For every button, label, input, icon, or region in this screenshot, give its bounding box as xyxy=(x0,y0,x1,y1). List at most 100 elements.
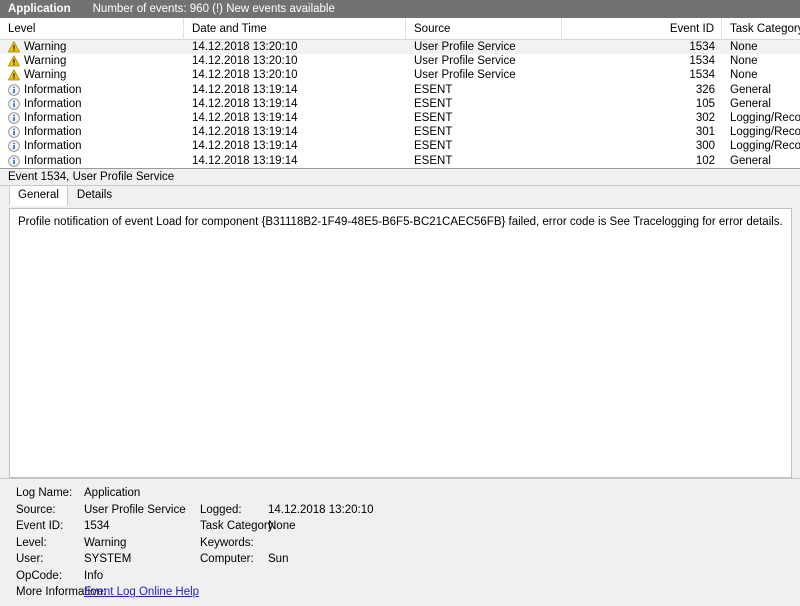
cell-date-and-time: 14.12.2018 13:19:14 xyxy=(192,111,298,124)
event-log-online-help-link[interactable]: Event Log Online Help xyxy=(84,586,199,598)
warning-icon xyxy=(8,69,20,81)
cell-task-category: General xyxy=(730,97,771,110)
label-more-information: More Information: xyxy=(16,586,107,599)
cell-event-id: 102 xyxy=(695,154,715,167)
value-user: SYSTEM xyxy=(84,553,132,566)
information-icon xyxy=(8,83,20,96)
label-logged: Logged: xyxy=(200,503,242,516)
table-row[interactable]: Warning 14.12.2018 13:20:10 User Profile S… xyxy=(0,40,800,55)
cell-level: Information xyxy=(0,154,184,168)
label-opcode: OpCode: xyxy=(16,569,63,582)
value-log-name: Application xyxy=(84,487,141,500)
warning-icon xyxy=(8,41,20,53)
cell-level-label: Warning xyxy=(24,69,67,82)
cell-event-id: 105 xyxy=(695,97,715,110)
cell-source: ESENT xyxy=(414,154,453,167)
cell-event-id: 1534 xyxy=(689,69,715,82)
table-row[interactable]: Information 14.12.2018 13:19:14 ESENT 102 Ge… xyxy=(0,154,800,168)
cell-task-category: General xyxy=(730,154,771,167)
cell-source: User Profile Service xyxy=(414,55,516,68)
event-metadata-panel: Log Name: Application Source: User Profi… xyxy=(0,478,800,606)
cell-task-category: None xyxy=(730,55,758,68)
table-row[interactable]: Information 14.12.2018 13:19:14 ESENT 105 Ge… xyxy=(0,97,800,111)
metadata-row-user-computer: User: SYSTEM Computer: Sun xyxy=(0,551,800,568)
event-detail-title: Event 1534, User Profile Service xyxy=(0,168,800,186)
cell-source: User Profile Service xyxy=(414,69,516,82)
cell-date-and-time: 14.12.2018 13:19:14 xyxy=(192,97,298,110)
cell-event-id: 300 xyxy=(695,140,715,153)
cell-source: User Profile Service xyxy=(414,41,516,53)
event-description-wrapper: Profile notification of event Load for c… xyxy=(0,205,800,478)
table-row[interactable]: Warning 14.12.2018 13:20:10 User Profile S… xyxy=(0,68,800,82)
detail-tab-bar: General Details xyxy=(0,184,800,206)
metadata-row-event-id-task-category: Event ID: 1534 Task Category: None xyxy=(0,518,800,535)
table-row[interactable]: Information 14.12.2018 13:19:14 ESENT 302 Lo… xyxy=(0,111,800,125)
label-level: Level: xyxy=(16,536,47,549)
table-row[interactable]: Information 14.12.2018 13:19:14 ESENT 326 Ge… xyxy=(0,83,800,97)
tab-details[interactable]: Details xyxy=(68,185,121,205)
value-event-id: 1534 xyxy=(84,520,110,533)
cell-level-label: Information xyxy=(24,111,82,124)
cell-level-label: Warning xyxy=(24,55,67,68)
cell-level-label: Information xyxy=(24,154,82,167)
label-keywords: Keywords: xyxy=(200,536,254,549)
cell-level-label: Information xyxy=(24,97,82,110)
information-icon xyxy=(8,154,20,167)
table-row[interactable]: Information 14.12.2018 13:19:14 ESENT 300 Lo… xyxy=(0,139,800,153)
cell-date-and-time: 14.12.2018 13:19:14 xyxy=(192,126,298,139)
cell-level-label: Information xyxy=(24,83,82,96)
cell-task-category: Logging/Recovery xyxy=(730,140,800,153)
cell-date-and-time: 14.12.2018 13:20:10 xyxy=(192,55,298,68)
metadata-row-more-information: More Information: Event Log Online Help xyxy=(0,584,800,601)
cell-level: Warning xyxy=(0,40,184,54)
cell-event-id: 301 xyxy=(695,126,715,139)
column-header-level[interactable]: Level xyxy=(0,17,184,40)
cell-level: Information xyxy=(0,139,184,153)
metadata-row-level-keywords: Level: Warning Keywords: xyxy=(0,535,800,552)
cell-level: Information xyxy=(0,111,184,125)
label-user: User: xyxy=(16,553,44,566)
cell-level-label: Information xyxy=(24,140,82,153)
event-count-status: Number of events: 960 (!) New events ava… xyxy=(92,3,335,15)
cell-date-and-time: 14.12.2018 13:19:14 xyxy=(192,140,298,153)
cell-level-label: Information xyxy=(24,126,82,139)
value-computer: Sun xyxy=(268,553,289,566)
information-icon xyxy=(8,126,20,139)
event-viewer-window: Application Number of events: 960 (!) Ne… xyxy=(0,0,800,606)
value-task-category: None xyxy=(268,520,296,533)
column-header-source[interactable]: Source xyxy=(406,17,562,40)
metadata-row-log-name: Log Name: Application xyxy=(0,485,800,502)
event-list-column-headers: Level Date and Time Source Event ID Task… xyxy=(0,17,800,40)
cell-level: Information xyxy=(0,83,184,97)
cell-task-category: None xyxy=(730,69,758,82)
event-list[interactable]: Level Date and Time Source Event ID Task… xyxy=(0,17,800,169)
cell-task-category: None xyxy=(730,41,758,53)
label-task-category: Task Category: xyxy=(200,520,277,533)
cell-event-id: 302 xyxy=(695,111,715,124)
information-icon xyxy=(8,112,20,124)
information-icon xyxy=(8,140,20,153)
cell-event-id: 326 xyxy=(695,83,715,96)
warning-icon xyxy=(8,55,20,67)
table-row[interactable]: Information 14.12.2018 13:19:14 ESENT 301 Lo… xyxy=(0,125,800,139)
cell-level: Warning xyxy=(0,54,184,68)
value-opcode: Info xyxy=(84,569,104,582)
cell-source: ESENT xyxy=(414,83,453,96)
cell-event-id: 1534 xyxy=(689,41,715,53)
cell-task-category: General xyxy=(730,83,771,96)
cell-date-and-time: 14.12.2018 13:19:14 xyxy=(192,154,298,167)
value-source: User Profile Service xyxy=(84,503,186,516)
cell-level: Information xyxy=(0,97,184,111)
event-rows-container: Warning 14.12.2018 13:20:10 User Profile S… xyxy=(0,40,800,168)
table-row[interactable]: Warning 14.12.2018 13:20:10 User Profile S… xyxy=(0,54,800,68)
column-header-date-and-time[interactable]: Date and Time xyxy=(184,17,406,40)
cell-task-category: Logging/Recovery xyxy=(730,126,800,139)
tab-general[interactable]: General xyxy=(9,184,68,206)
cell-source: ESENT xyxy=(414,111,453,124)
event-description-text[interactable]: Profile notification of event Load for c… xyxy=(9,207,792,478)
column-header-task-category[interactable]: Task Category xyxy=(722,18,800,40)
cell-source: ESENT xyxy=(414,126,453,139)
log-header-bar: Application Number of events: 960 (!) Ne… xyxy=(0,0,800,18)
column-header-event-id[interactable]: Event ID xyxy=(562,17,722,40)
label-log-name: Log Name: xyxy=(16,487,73,500)
